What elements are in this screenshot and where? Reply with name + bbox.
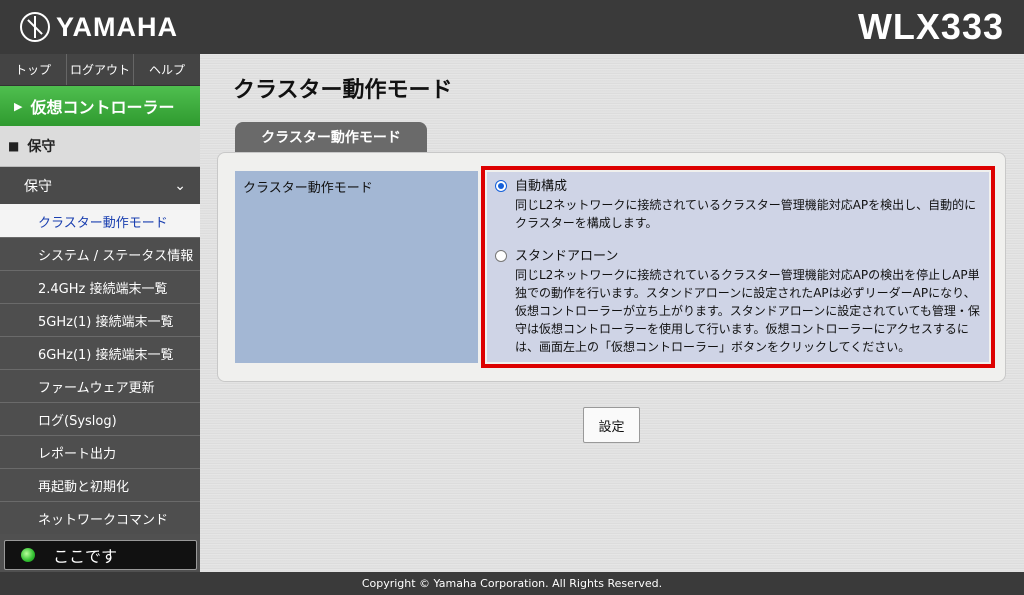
led-indicator-icon xyxy=(21,548,35,562)
sidebar-item-5ghz-clients[interactable]: 5GHz(1) 接続端末一覧 xyxy=(0,303,200,336)
maintenance-header-label: 保守 xyxy=(27,139,56,155)
desc-line: 仮想コントローラーが立ち上がります。スタンドアローンに設定されていても管理・保 xyxy=(515,304,980,318)
square-bullet-icon: ■ xyxy=(8,139,20,153)
option-standalone-label: スタンドアローン xyxy=(515,249,619,264)
nav-help-link[interactable]: ヘルプ xyxy=(134,54,200,85)
here-button[interactable]: ここです xyxy=(4,540,197,570)
main-content: クラスター動作モード クラスター動作モード クラスター動作モード 自動構成 同じ… xyxy=(200,54,1024,572)
section-tab: クラスター動作モード xyxy=(235,122,427,152)
top-nav: トップ ログアウト ヘルプ xyxy=(0,54,200,86)
sidebar: トップ ログアウト ヘルプ ▶ 仮想コントローラー ■ 保守 保守 ⌄ クラスタ… xyxy=(0,54,200,572)
sidebar-item-24ghz-clients[interactable]: 2.4GHz 接続端末一覧 xyxy=(0,270,200,303)
highlight-frame: 自動構成 同じL2ネットワークに接続されているクラスター管理機能対応APを検出し… xyxy=(481,166,995,368)
radio-auto[interactable] xyxy=(495,180,507,192)
header: YAMAHA WLX333 xyxy=(0,0,1024,54)
chevron-down-icon: ⌄ xyxy=(174,177,186,194)
sidebar-item-reboot-reset[interactable]: 再起動と初期化 xyxy=(0,468,200,501)
nav-logout-link[interactable]: ログアウト xyxy=(67,54,134,85)
model-name: WLX333 xyxy=(857,6,1004,47)
desc-line: 同じL2ネットワークに接続されているクラスター管理機能対応APを検出し、自動的に xyxy=(515,198,977,212)
virtual-controller-label: 仮想コントローラー xyxy=(30,98,175,117)
virtual-controller-button[interactable]: ▶ 仮想コントローラー xyxy=(0,86,200,126)
option-auto-label: 自動構成 xyxy=(515,179,568,194)
nav-top-link[interactable]: トップ xyxy=(0,54,67,85)
option-auto: 自動構成 同じL2ネットワークに接続されているクラスター管理機能対応APを検出し… xyxy=(495,178,981,232)
setting-row-label: クラスター動作モード xyxy=(235,171,478,363)
brand-name: YAMAHA xyxy=(56,11,179,42)
triangle-right-icon: ▶ xyxy=(14,99,23,113)
desc-line: 守は仮想コントローラーを使用して行います。仮想コントローラーにアクセスするに xyxy=(515,322,969,336)
sidebar-item-cluster-mode[interactable]: クラスター動作モード xyxy=(0,204,200,237)
desc-line: は、画面左上の「仮想コントローラー」ボタンをクリックしてください。 xyxy=(515,340,911,354)
set-button[interactable]: 設定 xyxy=(583,407,640,443)
here-button-label: ここです xyxy=(53,547,118,566)
maintenance-submenu-toggle[interactable]: 保守 ⌄ xyxy=(0,167,200,204)
radio-standalone[interactable] xyxy=(495,250,507,262)
sidebar-item-firmware-update[interactable]: ファームウェア更新 xyxy=(0,369,200,402)
sidebar-item-syslog[interactable]: ログ(Syslog) xyxy=(0,402,200,435)
option-standalone-desc: 同じL2ネットワークに接続されているクラスター管理機能対応APの検出を停止しAP… xyxy=(515,266,980,356)
maintenance-submenu-label: 保守 xyxy=(24,178,52,195)
desc-line: 独での動作を行います。スタンドアローンに設定されたAPは必ずリーダーAPになり、 xyxy=(515,286,976,300)
sidebar-item-6ghz-clients[interactable]: 6GHz(1) 接続端末一覧 xyxy=(0,336,200,369)
footer-copyright: Copyright © Yamaha Corporation. All Righ… xyxy=(0,572,1024,595)
sidebar-item-system-status[interactable]: システム / ステータス情報 xyxy=(0,237,200,270)
maintenance-section-header[interactable]: ■ 保守 xyxy=(0,126,200,167)
page-title: クラスター動作モード xyxy=(233,78,453,103)
option-standalone: スタンドアローン 同じL2ネットワークに接続されているクラスター管理機能対応AP… xyxy=(495,248,981,356)
setting-row-value: 自動構成 同じL2ネットワークに接続されているクラスター管理機能対応APを検出し… xyxy=(487,172,989,362)
tuning-fork-icon xyxy=(20,12,50,42)
desc-line: クラスターを構成します。 xyxy=(515,216,658,230)
option-auto-desc: 同じL2ネットワークに接続されているクラスター管理機能対応APを検出し、自動的に… xyxy=(515,196,976,232)
sidebar-item-network-command[interactable]: ネットワークコマンド xyxy=(0,501,200,534)
sidebar-item-report-output[interactable]: レポート出力 xyxy=(0,435,200,468)
yamaha-logo: YAMAHA xyxy=(20,11,178,43)
settings-panel: クラスター動作モード 自動構成 同じL2ネットワークに接続されているクラスター管… xyxy=(217,152,1006,382)
desc-line: 同じL2ネットワークに接続されているクラスター管理機能対応APの検出を停止しAP… xyxy=(515,268,980,282)
